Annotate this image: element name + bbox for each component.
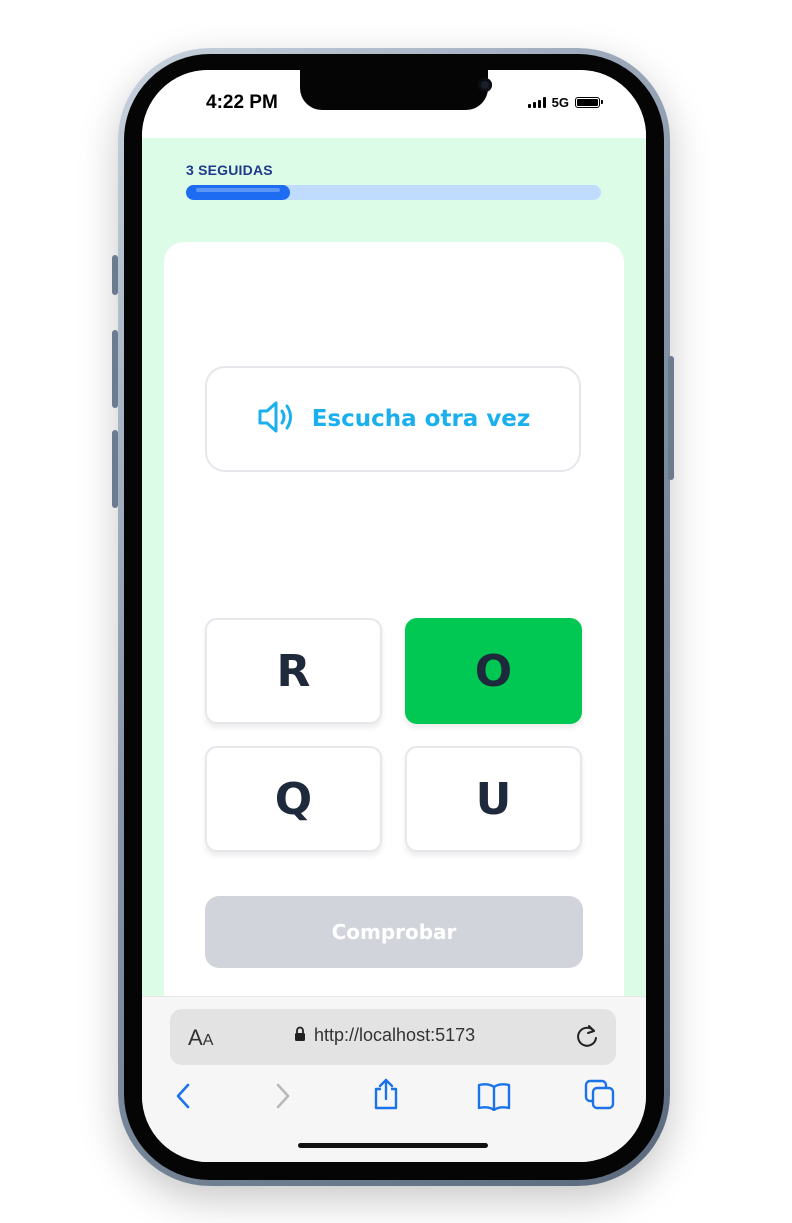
lock-icon [294, 1026, 306, 1046]
notch [300, 70, 492, 110]
volume-down-button [112, 430, 118, 508]
stage: 4:22 PM 5G 3 SEGUIDAS Escucha otra vez R… [0, 0, 792, 1223]
letter-option-o[interactable]: O [405, 618, 582, 724]
reader-settings-button[interactable]: AA [188, 1025, 213, 1051]
letter-option-q[interactable]: Q [205, 746, 382, 852]
signal-icon [527, 97, 546, 108]
chevron-left-icon[interactable] [172, 1081, 196, 1115]
action-button [112, 255, 118, 295]
exercise-card: Escucha otra vez R O Q U Comprobar [164, 242, 624, 996]
share-icon[interactable] [370, 1077, 402, 1115]
front-camera [478, 78, 492, 92]
reload-icon[interactable] [574, 1023, 600, 1053]
listen-again-label: Escucha otra vez [311, 406, 531, 432]
status-time: 4:22 PM [206, 92, 278, 113]
letter-option-r[interactable]: R [205, 618, 382, 724]
progress-fill [186, 185, 290, 200]
battery-icon [575, 97, 603, 108]
power-button [668, 356, 674, 480]
phone-screen: 4:22 PM 5G 3 SEGUIDAS Escucha otra vez R… [142, 70, 646, 1162]
aa-big: A [188, 1025, 203, 1050]
tabs-icon[interactable] [584, 1079, 616, 1115]
url-text: http://localhost:5173 [314, 1025, 476, 1045]
browser-chrome: AA http://localhost:5173 [142, 996, 646, 1162]
book-icon[interactable] [476, 1081, 512, 1115]
volume-up-button [112, 330, 118, 408]
address-bar[interactable]: AA http://localhost:5173 [170, 1009, 616, 1065]
network-label: 5G [551, 95, 569, 110]
home-indicator [298, 1143, 488, 1148]
url-field[interactable]: http://localhost:5173 [294, 1025, 475, 1046]
lesson-screen: 3 SEGUIDAS Escucha otra vez R O Q U Comp… [142, 138, 646, 996]
aa-small: A [202, 1032, 214, 1049]
check-button[interactable]: Comprobar [205, 896, 583, 968]
status-indicators: 5G [527, 95, 603, 110]
streak-label: 3 SEGUIDAS [186, 162, 273, 178]
status-bar: 4:22 PM 5G [142, 70, 646, 138]
speaker-icon [256, 399, 296, 439]
letter-option-u[interactable]: U [405, 746, 582, 852]
listen-again-button[interactable]: Escucha otra vez [205, 366, 581, 472]
progress-bar [186, 185, 601, 200]
chevron-right-icon[interactable] [270, 1081, 294, 1115]
